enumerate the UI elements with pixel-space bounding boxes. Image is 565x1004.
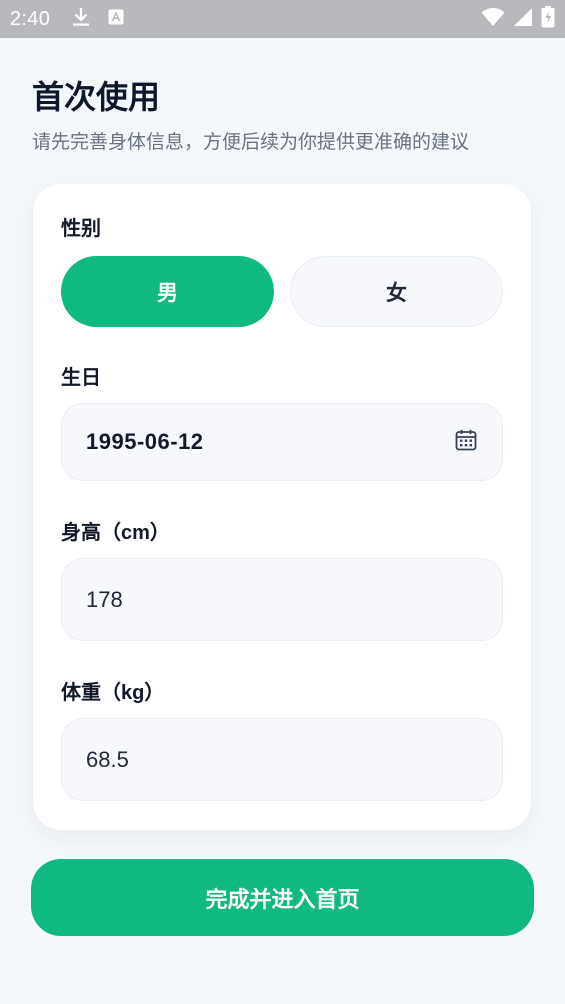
page-subtitle: 请先完善身体信息，方便后续为你提供更准确的建议: [32, 132, 470, 153]
gender-female-button[interactable]: 女: [290, 256, 503, 327]
height-input[interactable]: 178: [61, 558, 503, 641]
download-icon: [72, 7, 90, 32]
battery-icon: [541, 5, 555, 33]
page-title: 首次使用: [32, 79, 161, 115]
status-bar: 2:40: [0, 0, 565, 38]
wifi-icon: [481, 7, 505, 32]
birthday-label: 生日: [61, 367, 101, 389]
birthday-value: 1995-06-12: [86, 429, 204, 454]
profile-form-card: 性别 男 女 生日 1995-06-12 身高（cm） 178 体重（kg） 6…: [33, 184, 531, 830]
status-time: 2:40: [10, 7, 51, 30]
status-left-icons: [72, 7, 124, 32]
height-value: 178: [86, 586, 123, 612]
status-right-icons: [481, 5, 555, 33]
birthday-field[interactable]: 1995-06-12: [61, 403, 503, 481]
calendar-icon[interactable]: [454, 428, 478, 457]
weight-input[interactable]: 68.5: [61, 718, 503, 801]
signal-icon: [513, 7, 533, 32]
height-label: 身高（cm）: [61, 522, 170, 544]
keyboard-a-icon: [108, 9, 124, 30]
gender-label: 性别: [61, 218, 101, 240]
weight-value: 68.5: [86, 746, 129, 772]
weight-label: 体重（kg）: [61, 682, 165, 704]
submit-button[interactable]: 完成并进入首页: [31, 859, 534, 936]
gender-male-button[interactable]: 男: [61, 256, 274, 327]
